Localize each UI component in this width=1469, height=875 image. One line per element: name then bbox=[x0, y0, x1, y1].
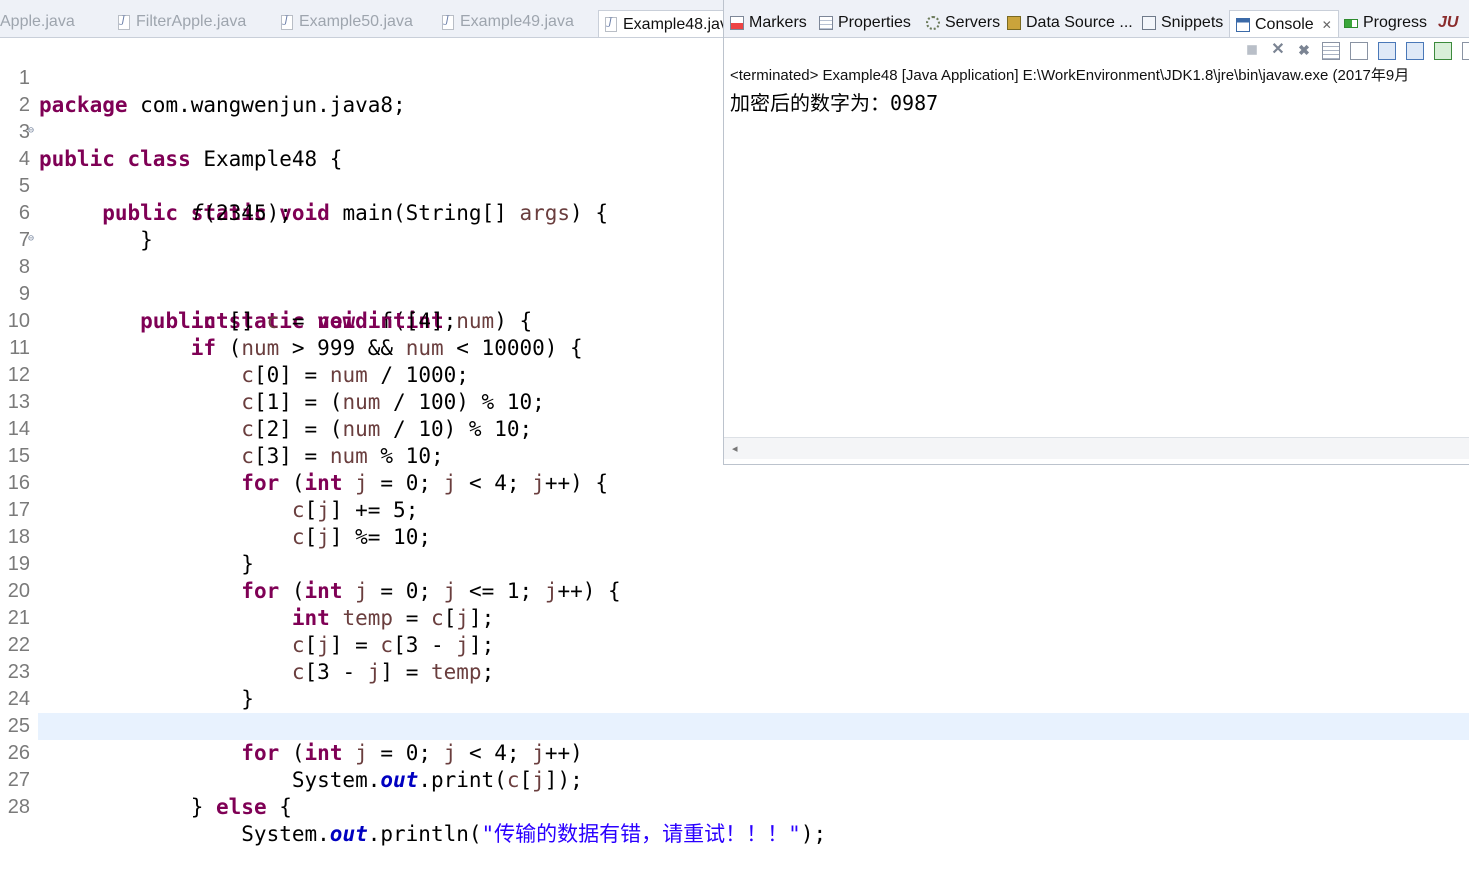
code-line: 25 for (int j = 0; j < 4; j++) bbox=[7, 715, 583, 765]
current-code-line: 26 System.out.print(c[j]); bbox=[8, 713, 1469, 792]
editor-tab-bar: Apple.java FilterApple.java Example50.ja… bbox=[0, 0, 723, 38]
code-line: 22 c[3 - j] = temp; bbox=[7, 634, 495, 684]
tab-example50-java[interactable]: Example50.java bbox=[281, 8, 413, 36]
tab-progress[interactable]: Progress bbox=[1344, 9, 1427, 37]
console-view-panel: Markers Properties Servers Data Source .… bbox=[723, 0, 1469, 465]
tab-filterapple-java[interactable]: FilterApple.java bbox=[118, 8, 246, 36]
pin-console-icon[interactable] bbox=[1434, 42, 1452, 60]
snippets-icon bbox=[1142, 16, 1156, 30]
scroll-left-icon[interactable]: ◂ bbox=[732, 442, 738, 455]
markers-icon bbox=[730, 16, 744, 30]
tab-example49-java[interactable]: Example49.java bbox=[442, 8, 574, 36]
tab-properties[interactable]: Properties bbox=[819, 9, 911, 37]
servers-icon bbox=[926, 16, 940, 30]
console-header: <terminated> Example48 [Java Application… bbox=[730, 67, 1410, 84]
code-line: 21 c[j] = c[3 - j]; bbox=[7, 607, 495, 657]
tab-markers[interactable]: Markers bbox=[730, 9, 807, 37]
code-line: 18 } bbox=[7, 526, 254, 576]
clear-console-icon[interactable] bbox=[1350, 42, 1368, 60]
java-file-icon bbox=[442, 14, 454, 30]
tab-snippets[interactable]: Snippets bbox=[1142, 9, 1223, 37]
code-line: 27 } else { bbox=[7, 769, 292, 819]
console-toolbar: ✕ ✖ bbox=[1244, 42, 1469, 62]
horizontal-scrollbar[interactable]: ◂ bbox=[724, 437, 1469, 459]
tab-junit[interactable]: JU bbox=[1438, 9, 1458, 37]
code-line: 24 System.out.print("加密后的数字为："); bbox=[7, 688, 675, 738]
code-line: 20 int temp = c[j]; bbox=[7, 580, 495, 630]
close-icon[interactable]: ✕ bbox=[1322, 18, 1332, 32]
console-output[interactable]: 加密后的数字为：0987 bbox=[730, 87, 938, 116]
java-file-icon bbox=[118, 14, 130, 30]
progress-icon bbox=[1344, 18, 1358, 28]
code-line: 28 System.out.println("传输的数据有错，请重试！！！"); bbox=[7, 796, 827, 846]
tab-example48-java[interactable]: Example48.java bbox=[598, 10, 723, 37]
open-console-icon[interactable] bbox=[1462, 42, 1469, 60]
tab-console[interactable]: Console ✕ bbox=[1229, 10, 1339, 37]
scroll-lock-icon[interactable] bbox=[1322, 42, 1340, 60]
terminate-icon[interactable] bbox=[1247, 45, 1257, 55]
data-source-icon bbox=[1007, 16, 1021, 30]
code-line: 23 } bbox=[7, 661, 254, 711]
properties-icon bbox=[819, 16, 833, 30]
view-tab-bar: Markers Properties Servers Data Source .… bbox=[724, 0, 1469, 38]
tab-servers[interactable]: Servers bbox=[926, 9, 1000, 37]
remove-all-terminated-icon[interactable]: ✖ bbox=[1296, 42, 1312, 58]
remove-launch-icon[interactable]: ✕ bbox=[1270, 42, 1286, 58]
code-line: 17 c[j] %= 10; bbox=[7, 499, 431, 549]
console-icon bbox=[1236, 17, 1250, 32]
tab-apple-java[interactable]: Apple.java bbox=[0, 8, 75, 36]
java-file-icon bbox=[605, 17, 617, 32]
code-line: 19 for (int j = 0; j <= 1; j++) { bbox=[7, 553, 621, 603]
tab-data-source[interactable]: Data Source ... bbox=[1007, 9, 1133, 37]
junit-icon: JU bbox=[1438, 14, 1459, 31]
fold-toggle-icon[interactable]: ⊖ bbox=[28, 234, 34, 244]
word-wrap-icon[interactable] bbox=[1378, 42, 1396, 60]
fold-toggle-icon[interactable]: ⊖ bbox=[28, 126, 34, 136]
display-console-icon[interactable] bbox=[1406, 42, 1424, 60]
java-file-icon bbox=[281, 14, 293, 30]
